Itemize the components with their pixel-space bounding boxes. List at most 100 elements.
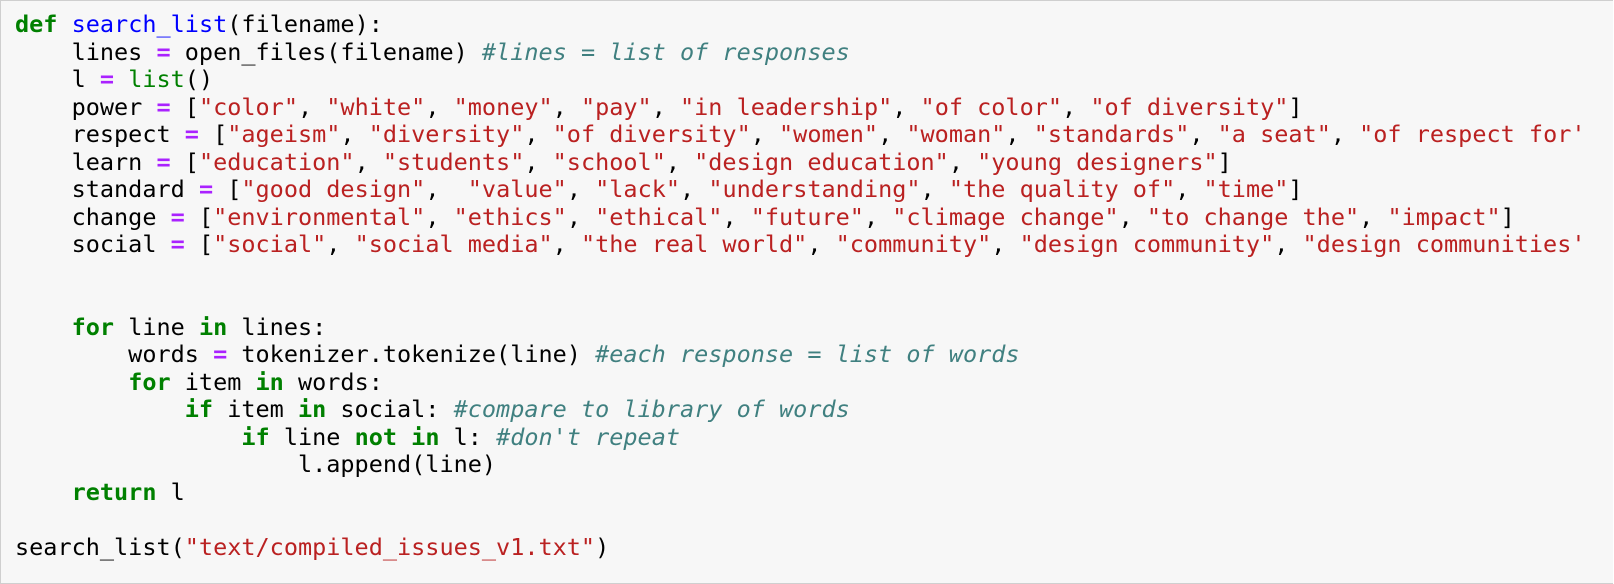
string-token: "design education" [694, 147, 949, 176]
code-line: social = ["social", "social media", "the… [15, 230, 1586, 259]
string-token: "social" [213, 230, 327, 258]
code-token: ] [1217, 147, 1232, 176]
operator-token: = [99, 65, 115, 93]
code-line: respect = ["ageism", "diversity", "of di… [15, 120, 1586, 149]
string-token: "a seat" [1217, 120, 1331, 148]
code-token: , [326, 230, 355, 258]
code-line: change = ["environmental", "ethics", "et… [15, 202, 1586, 232]
code-token: , [566, 202, 596, 231]
code-token: , [807, 230, 836, 258]
keyword-token: in [255, 367, 284, 396]
code-token: , [425, 92, 454, 121]
code-line: l = list() [15, 65, 1586, 94]
comment-token: #each response = list of words [595, 340, 1020, 368]
operator-token: = [156, 147, 171, 176]
code-token: l: [439, 422, 497, 451]
operator-token: = [213, 340, 228, 368]
string-token: "ethics" [453, 202, 567, 231]
code-token: ] [1288, 92, 1303, 121]
code-token: line [114, 312, 199, 341]
keyword-token: in [297, 395, 327, 423]
code-token: , [991, 230, 1020, 258]
operator-token: = [156, 92, 171, 121]
keyword-token: for [71, 312, 115, 341]
string-token: "money" [453, 92, 553, 121]
string-token: "standards" [1033, 120, 1190, 148]
string-token: "young designers" [977, 147, 1218, 176]
string-token: "of diversity" [1090, 92, 1289, 121]
string-token: "ethical" [595, 202, 723, 231]
code-token: [ [213, 175, 242, 203]
code-token: l.append(line) [15, 450, 497, 478]
code-token: lines [15, 37, 157, 66]
string-token: "climage change" [892, 202, 1119, 231]
code-token: l [15, 65, 100, 93]
code-token: , [1189, 120, 1218, 148]
code-token: tokenizer.tokenize(line) [227, 340, 596, 368]
code-token: power [15, 92, 157, 121]
code-token: , [1330, 120, 1360, 148]
keyword-token: in [198, 312, 228, 341]
code-token: , [425, 202, 454, 231]
operator-token: = [184, 120, 199, 148]
code-token: [ [170, 92, 199, 121]
code-token: ) [595, 532, 610, 561]
code-token: , [524, 120, 553, 148]
code-token: , [354, 147, 383, 176]
code-cell[interactable]: def search_list(filename): lines = open_… [0, 0, 1613, 584]
code-token: [ [184, 202, 214, 231]
code-token: l [156, 477, 185, 506]
code-line: def search_list(filename): [15, 10, 1586, 39]
code-token: change [15, 202, 171, 231]
string-token: "impact" [1387, 202, 1501, 231]
string-token: "the real world" [580, 230, 808, 258]
operator-token: = [198, 175, 214, 203]
string-token: "understanding" [708, 175, 921, 203]
code-line: standard = ["good design", "value", "lac… [15, 175, 1586, 204]
code-token: lines: [227, 312, 327, 341]
builtin-token: list [128, 65, 185, 93]
function-name-token: search_list [71, 10, 228, 38]
keyword-token: def [15, 10, 58, 38]
code-line: learn = ["education", "students", "schoo… [15, 147, 1586, 177]
code-token: [ [170, 147, 199, 176]
code-token: words [15, 340, 214, 368]
string-token: "value" [467, 175, 567, 203]
keyword-token: for [128, 367, 171, 396]
code-token: search_list( [15, 532, 185, 561]
code-token: (filename): [227, 10, 383, 38]
code-token: respect [15, 120, 185, 148]
keyword-token: not [354, 422, 398, 451]
code-token: , [863, 202, 893, 231]
code-line: lines = open_files(filename) #lines = li… [15, 37, 1586, 67]
code-editor[interactable]: def search_list(filename): lines = open_… [15, 10, 1586, 561]
code-token: , [750, 120, 780, 148]
operator-token: = [156, 37, 171, 66]
code-token: item [170, 367, 256, 396]
code-line: if item in social: #compare to library o… [15, 395, 1586, 424]
code-token: , [524, 147, 553, 176]
string-token: "pay" [580, 92, 652, 121]
code-token: social [15, 230, 171, 258]
code-token: , [1175, 175, 1204, 203]
string-token: "social media" [354, 230, 553, 258]
code-line: for line in lines: [15, 312, 1586, 342]
operator-token: = [170, 202, 185, 231]
code-line: if line not in l: #don't repeat [15, 422, 1586, 452]
comment-token: #lines = list of responses [481, 37, 850, 66]
code-token: , [552, 230, 581, 258]
code-token: ] [1500, 202, 1515, 231]
code-line: power = ["color", "white", "money", "pay… [15, 92, 1586, 122]
string-token: "design communities' [1302, 230, 1586, 258]
code-line: return l [15, 477, 1586, 507]
code-token: learn [15, 147, 157, 176]
code-token: () [184, 65, 214, 93]
string-token: "of respect for' [1359, 120, 1586, 148]
string-token: "lack" [595, 175, 681, 203]
